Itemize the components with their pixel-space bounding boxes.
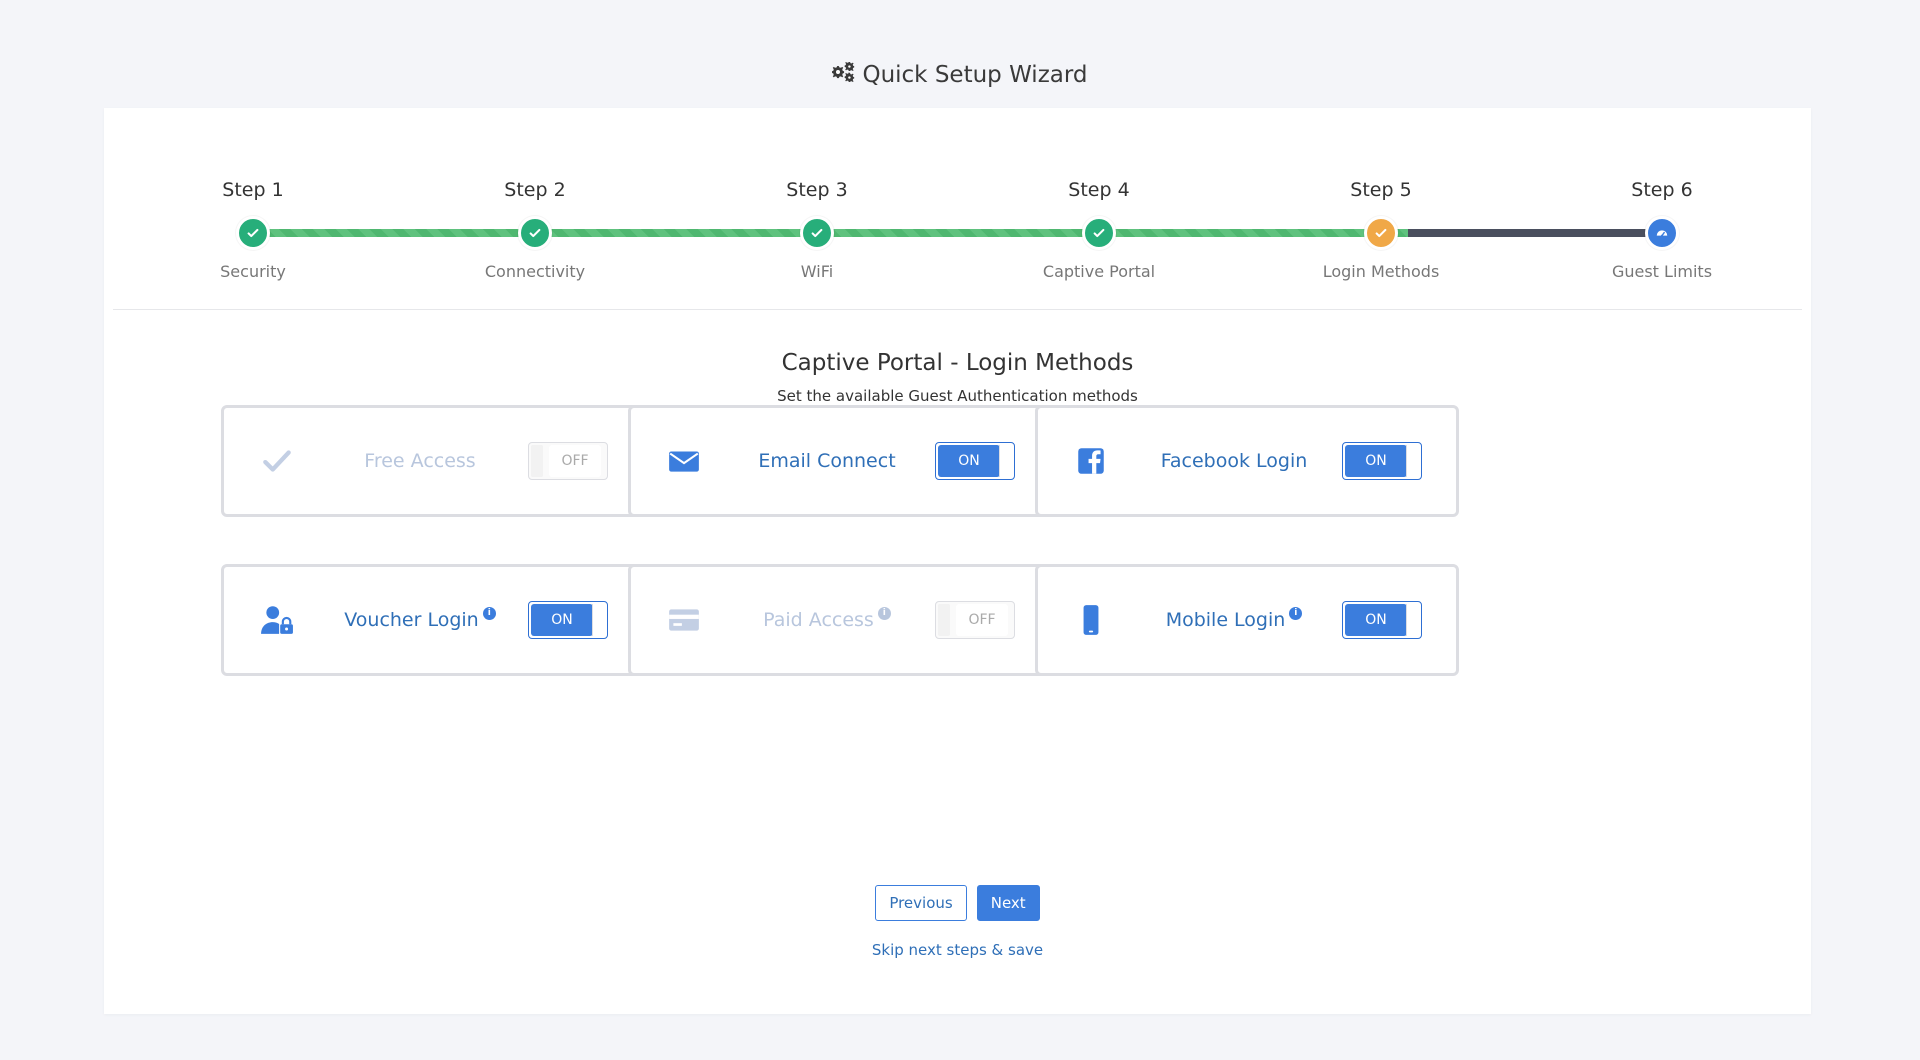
method-label-text: Email Connect (758, 450, 896, 472)
method-tile-email-connect: Email Connect ON (628, 405, 1052, 517)
user-lock-icon (256, 599, 298, 641)
wizard-stepper: Step 1 Security Step 2 Connectivity Step 3 Wi… (104, 108, 1811, 310)
toggle-state: ON (938, 445, 1000, 477)
toggle-state: OFF (549, 445, 601, 477)
method-tile-mobile-login: Mobile Login i ON (1035, 564, 1459, 676)
gauge-icon (1645, 216, 1679, 250)
step-label: Step 3 (786, 179, 848, 201)
mobile-icon (1070, 599, 1112, 641)
method-tile-free-access: Free Access OFF (221, 405, 645, 517)
toggle-state: ON (1345, 604, 1407, 636)
info-icon[interactable]: i (482, 607, 496, 620)
facebook-icon (1070, 440, 1112, 482)
check-icon (800, 216, 834, 250)
mobile-login-toggle[interactable]: ON (1342, 601, 1422, 639)
method-label-text: Paid Access (763, 609, 874, 631)
step-label: Step 5 (1350, 179, 1412, 201)
envelope-icon (663, 440, 705, 482)
method-label-text: Free Access (364, 450, 476, 472)
method-label-text: Voucher Login (344, 609, 479, 631)
toggle-state: OFF (956, 604, 1008, 636)
step-label: Step 1 (222, 179, 284, 201)
step-name: Security (220, 262, 286, 281)
check-icon (518, 216, 552, 250)
wizard-card: Step 1 Security Step 2 Connectivity Step 3 Wi… (104, 108, 1811, 1014)
check-icon (1364, 216, 1398, 250)
check-icon (256, 440, 298, 482)
skip-link[interactable]: Skip next steps & save (104, 941, 1811, 959)
free-access-toggle[interactable]: OFF (528, 442, 608, 480)
next-button[interactable]: Next (976, 885, 1040, 921)
method-label: Free Access (310, 450, 530, 472)
method-label: Mobile Login i (1124, 607, 1344, 631)
step-label: Step 2 (504, 179, 566, 201)
page-title-text: Quick Setup Wizard (862, 62, 1088, 88)
step-label: Step 4 (1068, 179, 1130, 201)
divider (113, 309, 1802, 310)
section-subtitle: Set the available Guest Authentication m… (777, 387, 1138, 405)
method-label: Facebook Login (1124, 450, 1344, 472)
step-name: Captive Portal (1042, 262, 1156, 281)
method-tile-voucher-login: Voucher Login i ON (221, 564, 645, 676)
progress-track (253, 229, 1662, 237)
paid-access-toggle[interactable]: OFF (935, 601, 1015, 639)
method-label-text: Mobile Login (1165, 609, 1286, 631)
info-icon[interactable]: i (877, 607, 891, 620)
email-connect-toggle[interactable]: ON (935, 442, 1015, 480)
check-icon (1082, 216, 1116, 250)
gears-icon (832, 60, 856, 90)
method-label: Paid Access i (717, 607, 937, 631)
step-label: Step 6 (1631, 179, 1693, 201)
page-title: Quick Setup Wizard (0, 60, 1920, 90)
previous-button[interactable]: Previous (875, 885, 967, 921)
step-name: Guest Limits (1611, 262, 1713, 281)
method-tile-facebook-login: Facebook Login ON (1035, 405, 1459, 517)
method-tile-paid-access: Paid Access i OFF (628, 564, 1052, 676)
step-name: WiFi (800, 262, 834, 281)
method-label-text: Facebook Login (1160, 450, 1308, 472)
method-label: Voucher Login i (310, 607, 530, 631)
method-label: Email Connect (717, 450, 937, 472)
toggle-state: ON (1345, 445, 1407, 477)
info-icon[interactable]: i (1289, 607, 1303, 620)
section-title: Captive Portal - Login Methods (781, 350, 1134, 376)
step-name: Connectivity (484, 262, 586, 281)
step-name: Login Methods (1322, 262, 1440, 281)
wizard-actions: Previous Next (104, 885, 1811, 921)
toggle-state: ON (531, 604, 593, 636)
voucher-login-toggle[interactable]: ON (528, 601, 608, 639)
facebook-login-toggle[interactable]: ON (1342, 442, 1422, 480)
credit-card-icon (663, 599, 705, 641)
check-icon (236, 216, 270, 250)
